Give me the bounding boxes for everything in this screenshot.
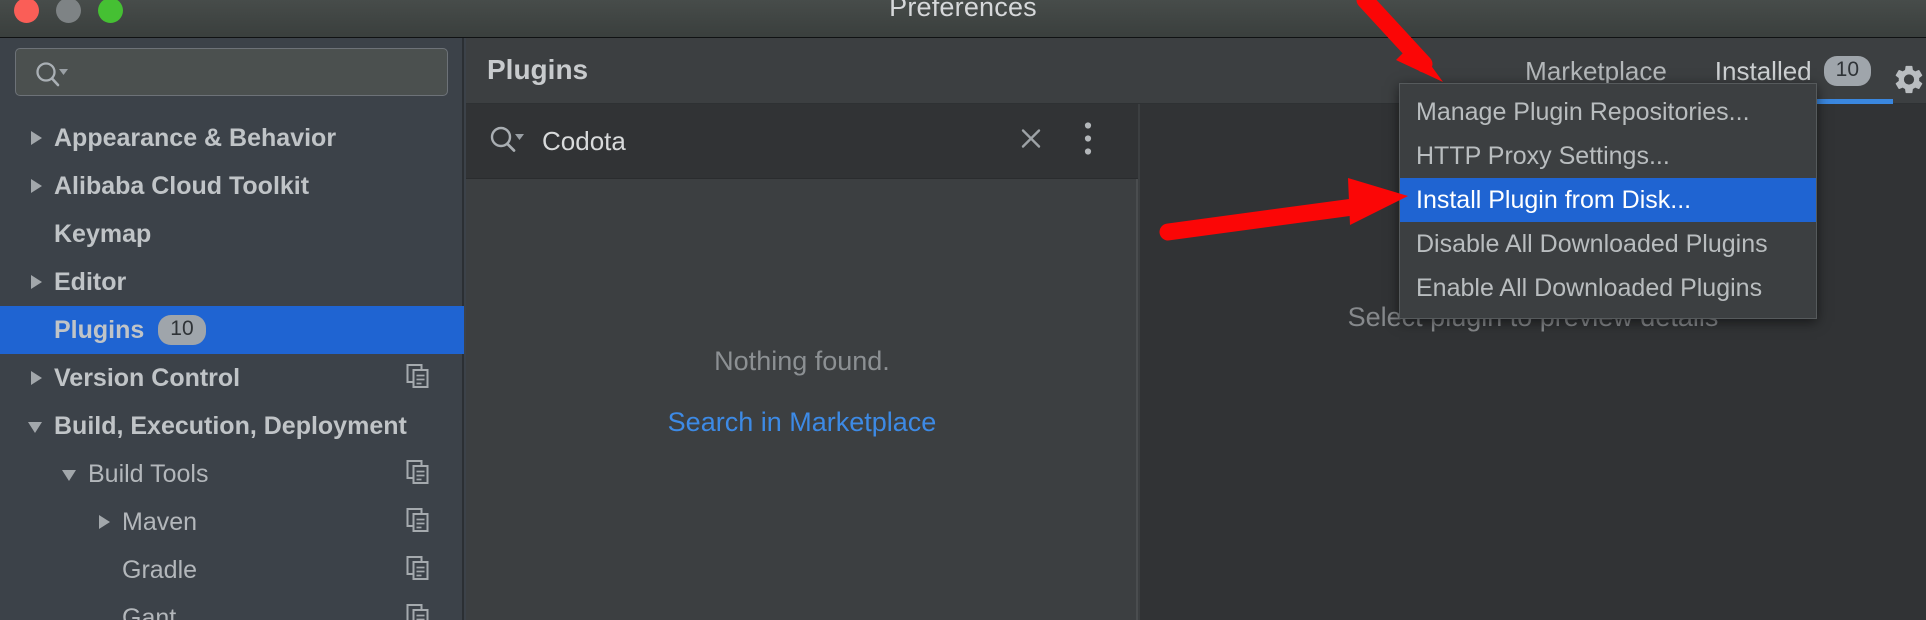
sidebar-item-editor[interactable]: Editor (0, 258, 464, 306)
copy-icon[interactable] (405, 603, 431, 620)
tab-label: Marketplace (1525, 55, 1667, 86)
menu-item-manage-plugin-repositories[interactable]: Manage Plugin Repositories... (1400, 90, 1816, 134)
chevron-right-icon[interactable] (25, 127, 47, 149)
sidebar-item-label: Alibaba Cloud Toolkit (54, 171, 310, 200)
sidebar-search-input[interactable] (15, 48, 448, 96)
search-icon (34, 61, 68, 92)
sidebar-item-label: Plugins (54, 315, 145, 344)
gear-icon[interactable] (1892, 63, 1926, 102)
copy-icon[interactable] (405, 507, 431, 538)
copy-icon[interactable] (405, 363, 431, 394)
sidebar-item-build-execution-deployment[interactable]: Build, Execution, Deployment (0, 402, 464, 450)
detail-placeholder-message: Select plugin to preview details (1347, 301, 1719, 332)
chevron-right-icon[interactable] (93, 511, 115, 533)
search-in-marketplace-link[interactable]: Search in Marketplace (668, 407, 937, 438)
plugins-list-column: Codota Nothing found. Search in Marketpl… (466, 104, 1138, 620)
sidebar-item-keymap[interactable]: Keymap (0, 210, 464, 258)
chevron-right-icon[interactable] (25, 175, 47, 197)
settings-tree: Appearance & Behavior Alibaba Cloud Toolk… (0, 114, 464, 620)
chevron-right-icon[interactable] (25, 367, 47, 389)
sidebar-item-maven[interactable]: Maven (0, 498, 464, 546)
sidebar-item-alibaba-cloud-toolkit[interactable]: Alibaba Cloud Toolkit (0, 162, 464, 210)
sidebar-item-label: Editor (54, 267, 127, 296)
page-title: Plugins (487, 54, 589, 85)
sidebar-item-appearance-behavior[interactable]: Appearance & Behavior (0, 114, 464, 162)
copy-icon[interactable] (405, 459, 431, 490)
sidebar-item-badge: 10 (158, 314, 206, 346)
menu-item-http-proxy-settings[interactable]: HTTP Proxy Settings... (1400, 134, 1816, 178)
menu-item-install-plugin-from-disk[interactable]: Install Plugin from Disk... (1400, 178, 1816, 222)
sidebar-item-label: Maven (122, 507, 198, 536)
chevron-down-icon[interactable] (59, 463, 81, 485)
empty-results: Nothing found. Search in Marketplace (466, 104, 1138, 620)
sidebar-item-label: Build Tools (88, 459, 209, 488)
empty-message: Nothing found. (714, 346, 890, 376)
sidebar-item-plugins[interactable]: Plugins 10 (0, 306, 464, 354)
sidebar-item-build-tools[interactable]: Build Tools (0, 450, 464, 498)
window-titlebar: Preferences (0, 0, 1926, 38)
chevron-down-icon[interactable] (25, 415, 47, 437)
sidebar-item-label: Gradle (122, 555, 198, 584)
tab-badge: 10 (1823, 55, 1871, 87)
sidebar-item-label: Gant (122, 603, 177, 620)
copy-icon[interactable] (405, 555, 431, 586)
sidebar-item-label: Build, Execution, Deployment (54, 411, 407, 440)
menu-item-enable-all-downloaded-plugins[interactable]: Enable All Downloaded Plugins (1400, 266, 1816, 310)
preferences-window: Preferences Appearance & Behavior Alibaba… (0, 0, 1926, 620)
sidebar-item-label: Keymap (54, 219, 152, 248)
chevron-right-icon[interactable] (25, 271, 47, 293)
sidebar-item-gant[interactable]: Gant (0, 594, 464, 620)
sidebar-item-gradle[interactable]: Gradle (0, 546, 464, 594)
sidebar-item-label: Version Control (54, 363, 241, 392)
sidebar-item-version-control[interactable]: Version Control (0, 354, 464, 402)
window-title: Preferences (889, 0, 1037, 22)
sidebar-item-label: Appearance & Behavior (54, 123, 337, 152)
menu-item-disable-all-downloaded-plugins[interactable]: Disable All Downloaded Plugins (1400, 222, 1816, 266)
settings-sidebar: Appearance & Behavior Alibaba Cloud Toolk… (0, 38, 464, 620)
plugin-settings-menu: Manage Plugin Repositories... HTTP Proxy … (1399, 83, 1817, 319)
tab-label: Installed (1714, 55, 1812, 86)
